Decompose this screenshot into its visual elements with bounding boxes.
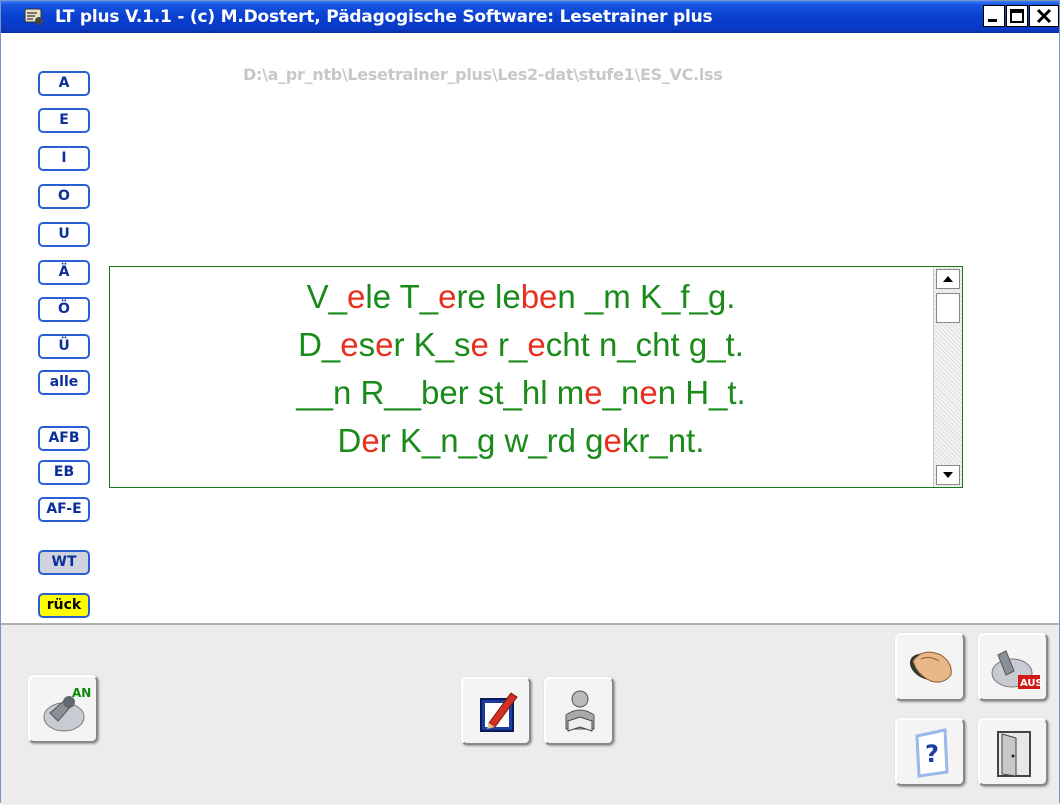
highlighted-letters: e bbox=[527, 326, 546, 363]
maximize-button[interactable] bbox=[1006, 5, 1028, 27]
text-segment: D_ bbox=[298, 326, 341, 363]
text-line: D_eser K_se r_echt n_cht g_t. bbox=[110, 321, 932, 369]
app-icon bbox=[24, 8, 43, 25]
app-window: LT plus V.1.1 - (c) M.Dostert, Pädagogis… bbox=[0, 0, 1060, 805]
text-segment: V_ bbox=[306, 278, 347, 315]
vowel-button-o[interactable]: O bbox=[38, 184, 90, 209]
text-segment: __n R__ber st_hl m bbox=[296, 374, 585, 411]
text-segment: D bbox=[337, 422, 362, 459]
mouse-hand-icon bbox=[909, 651, 952, 683]
highlighted-letters: e bbox=[375, 326, 394, 363]
text-segment: _n bbox=[602, 374, 640, 411]
vowel-button-ue[interactable]: Ü bbox=[38, 334, 90, 359]
help-question-icon: ? bbox=[915, 728, 949, 778]
mode-button-eb[interactable]: EB bbox=[38, 460, 90, 485]
aus-switch-button[interactable]: AUS bbox=[978, 633, 1048, 701]
mode-button-af-e[interactable]: AF-E bbox=[38, 497, 90, 522]
vowel-button-a[interactable]: A bbox=[38, 71, 90, 96]
highlighted-letters: e bbox=[639, 374, 658, 411]
window-title: LT plus V.1.1 - (c) M.Dostert, Pädagogis… bbox=[55, 7, 713, 27]
minimize-button[interactable] bbox=[983, 5, 1005, 27]
scroll-down-button[interactable] bbox=[936, 465, 960, 485]
vertical-scrollbar[interactable] bbox=[933, 267, 962, 487]
bottom-toolbar: AN AUS ? bbox=[1, 623, 1059, 805]
scroll-thumb[interactable] bbox=[936, 293, 960, 323]
highlighted-letters: e bbox=[347, 278, 366, 315]
text-segment: r K_n_g w_rd g bbox=[379, 422, 604, 459]
scroll-up-button[interactable] bbox=[936, 269, 960, 289]
reading-person-icon bbox=[565, 690, 595, 732]
mode-button-afb[interactable]: AFB bbox=[38, 426, 90, 451]
text-line: __n R__ber st_hl me_nen H_t. bbox=[110, 369, 932, 417]
arrow-up-icon bbox=[943, 276, 953, 282]
title-bar[interactable]: LT plus V.1.1 - (c) M.Dostert, Pädagogis… bbox=[1, 1, 1059, 33]
text-segment: le T_ bbox=[365, 278, 439, 315]
close-button[interactable] bbox=[1029, 5, 1059, 27]
pencil-edit-icon bbox=[480, 692, 518, 732]
text-segment: r_ bbox=[488, 326, 528, 363]
text-segment: n _m K_f_g. bbox=[557, 278, 736, 315]
text-segment: cht n_cht g_t. bbox=[545, 326, 744, 363]
vowel-button-i[interactable]: I bbox=[38, 146, 90, 171]
an-switch-button[interactable]: AN bbox=[28, 675, 98, 743]
highlighted-letters: be bbox=[520, 278, 558, 315]
maximize-icon bbox=[1010, 9, 1024, 23]
vowel-button-ae[interactable]: Ä bbox=[38, 260, 90, 285]
reading-text-area[interactable]: V_ele T_ere leben _m K_f_g. D_eser K_se r… bbox=[109, 266, 963, 488]
text-segment: kr_nt. bbox=[621, 422, 705, 459]
close-icon bbox=[1036, 8, 1052, 24]
exit-door-icon bbox=[997, 731, 1031, 777]
file-path-label: D:\a_pr_ntb\Lesetrainer_plus\Les2-dat\st… bbox=[243, 65, 723, 84]
vowel-button-oe[interactable]: Ö bbox=[38, 297, 90, 322]
help-label: ? bbox=[925, 740, 939, 768]
vowel-button-alle[interactable]: alle bbox=[38, 370, 90, 395]
text-segment: s bbox=[358, 326, 376, 363]
highlighted-letters: e bbox=[438, 278, 457, 315]
minimize-icon bbox=[988, 19, 997, 22]
highlighted-letters: e bbox=[584, 374, 603, 411]
aus-switch-icon: AUS bbox=[991, 650, 1042, 689]
text-segment: r K_s bbox=[393, 326, 471, 363]
reader-button[interactable] bbox=[544, 677, 614, 745]
text-segment: re le bbox=[456, 278, 521, 315]
aus-label: AUS bbox=[1020, 678, 1042, 689]
help-button[interactable]: ? bbox=[895, 718, 965, 786]
an-label: AN bbox=[72, 686, 91, 700]
vowel-button-u[interactable]: U bbox=[38, 222, 90, 247]
vowel-button-e[interactable]: E bbox=[38, 108, 90, 133]
highlighted-letters: e bbox=[340, 326, 359, 363]
an-switch-icon: AN bbox=[43, 686, 91, 732]
mouse-hand-button[interactable] bbox=[895, 633, 965, 701]
exit-button[interactable] bbox=[978, 718, 1048, 786]
wt-button[interactable]: WT bbox=[38, 550, 90, 575]
text-segment: n H_t. bbox=[657, 374, 746, 411]
highlighted-letters: e bbox=[470, 326, 489, 363]
back-button[interactable]: rück bbox=[38, 593, 90, 618]
edit-button[interactable] bbox=[461, 677, 531, 745]
arrow-down-icon bbox=[943, 472, 953, 478]
highlighted-letters: e bbox=[361, 422, 380, 459]
text-line: V_ele T_ere leben _m K_f_g. bbox=[110, 273, 932, 321]
reading-text: V_ele T_ere leben _m K_f_g. D_eser K_se r… bbox=[110, 273, 932, 465]
text-line: Der K_n_g w_rd gekr_nt. bbox=[110, 417, 932, 465]
highlighted-letters: e bbox=[603, 422, 622, 459]
